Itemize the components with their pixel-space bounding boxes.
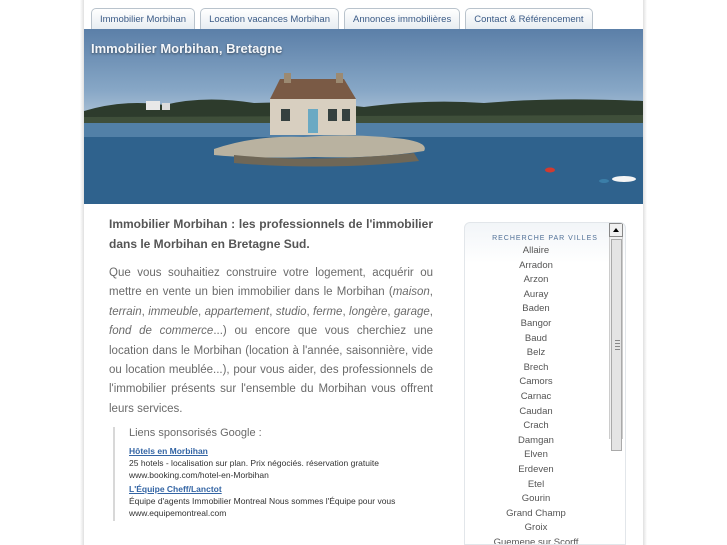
header-banner: Immobilier Morbihan, Bretagne [84, 29, 643, 204]
town-link[interactable]: Arzon [465, 273, 607, 288]
paragraph-text-1: Que vous souhaitiez construire votre log… [109, 267, 433, 299]
tab-contact-referencement[interactable]: Contact & Référencement [465, 8, 593, 30]
town-link[interactable]: Baden [465, 302, 607, 317]
keyword-terrain: terrain [109, 305, 142, 318]
keyword-maison: maison [392, 286, 430, 299]
keyword-ferme: ferme [313, 305, 343, 318]
keyword-fonds: fond de commerce [109, 325, 214, 338]
town-link[interactable]: Crach [465, 419, 607, 434]
ad-item: L'Équipe Cheff/Lanctot Équipe d'agents I… [129, 483, 419, 519]
page-shadow-right [643, 0, 647, 545]
ad-text: 25 hotels - localisation sur plan. Prix … [129, 458, 379, 468]
ad-title-link[interactable]: Hôtels en Morbihan [129, 445, 419, 457]
town-link[interactable]: Belz [465, 346, 607, 361]
town-link[interactable]: Erdeven [465, 463, 607, 478]
town-link[interactable]: Brech [465, 361, 607, 376]
banner-title: Immobilier Morbihan, Bretagne [91, 41, 283, 56]
keyword-appartement: appartement [204, 305, 270, 318]
keyword-longere: longère [349, 305, 388, 318]
scrollbar-track[interactable] [609, 237, 623, 451]
town-link[interactable]: Camors [465, 375, 607, 390]
town-link[interactable]: Guemene sur Scorff [465, 536, 607, 544]
town-link[interactable]: Grand Champ [465, 507, 607, 522]
town-link[interactable]: Damgan [465, 434, 607, 449]
intro-paragraph: Que vous souhaitiez construire votre log… [109, 267, 433, 415]
tab-location-vacances[interactable]: Location vacances Morbihan [200, 8, 339, 30]
sidebar-scrollbar[interactable] [609, 223, 623, 453]
ad-url[interactable]: www.booking.com/hotel-en-Morbihan [129, 469, 419, 481]
town-link[interactable]: Baud [465, 332, 607, 347]
town-link[interactable]: Etel [465, 478, 607, 493]
keyword-studio: studio [275, 305, 307, 318]
paragraph-text-2: ...) ou encore que vous cherchiez une lo… [109, 325, 433, 415]
ad-item: Hôtels en Morbihan 25 hotels - localisat… [129, 445, 419, 481]
town-link[interactable]: Arradon [465, 259, 607, 274]
top-tabs: Immobilier Morbihan Location vacances Mo… [91, 8, 593, 30]
ad-text: Équipe d'agents Immobilier Montreal Nous… [129, 496, 396, 506]
page-container: Immobilier Morbihan Location vacances Mo… [84, 0, 643, 545]
right-gutter [643, 0, 727, 545]
tab-annonces-immobilieres[interactable]: Annonces immobilières [344, 8, 461, 30]
town-search-sidebar: RECHERCHE PAR VILLES Allaire Arradon Arz… [464, 222, 626, 545]
ad-title-link[interactable]: L'Équipe Cheff/Lanctot [129, 483, 419, 495]
town-list: Allaire Arradon Arzon Auray Baden Bangor… [465, 244, 607, 544]
town-link[interactable]: Gourin [465, 492, 607, 507]
town-link[interactable]: Groix [465, 521, 607, 536]
left-gutter [0, 0, 84, 545]
town-link[interactable]: Carnac [465, 390, 607, 405]
scrollbar-thumb[interactable] [611, 239, 622, 451]
keyword-garage: garage [393, 305, 430, 318]
tab-immobilier-morbihan[interactable]: Immobilier Morbihan [91, 8, 196, 30]
ad-url[interactable]: www.equipemontreal.com [129, 507, 419, 519]
triangle-up-icon[interactable] [609, 223, 623, 237]
town-link[interactable]: Elven [465, 448, 607, 463]
intro-heading: Immobilier Morbihan : les professionnels… [109, 217, 433, 251]
sponsored-label: Liens sponsorisés Google : [129, 427, 262, 439]
town-link[interactable]: Bangor [465, 317, 607, 332]
town-link[interactable]: Allaire [465, 244, 607, 259]
town-link[interactable]: Caudan [465, 405, 607, 420]
sponsored-links: Liens sponsorisés Google : Hôtels en Mor… [113, 427, 419, 521]
keyword-immeuble: immeuble [148, 305, 199, 318]
grip-icon [615, 340, 620, 352]
main-content: Immobilier Morbihan : les professionnels… [109, 214, 433, 419]
town-link[interactable]: Auray [465, 288, 607, 303]
sidebar-title: RECHERCHE PAR VILLES [492, 235, 598, 242]
